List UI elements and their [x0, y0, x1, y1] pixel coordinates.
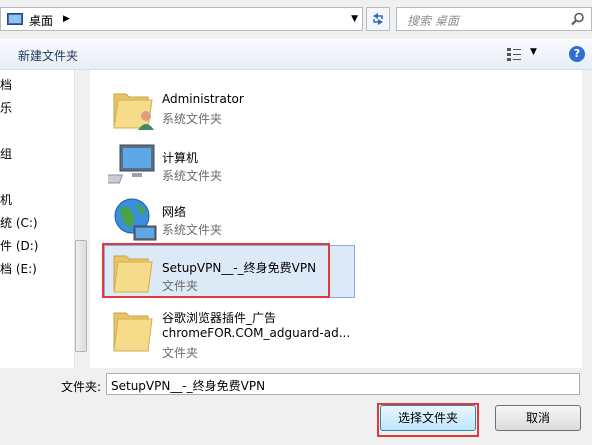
- item-type: 文件夹: [162, 346, 199, 360]
- list-item[interactable]: 网络 系统文件夹: [104, 196, 304, 246]
- list-item[interactable]: 谷歌浏览器插件_广告 chromeFOR.COM_adguard-ad... 文…: [104, 305, 354, 365]
- nav-item-drive-e[interactable]: 档 (E:): [0, 260, 37, 277]
- view-dropdown-icon[interactable]: ▼: [530, 47, 537, 57]
- nav-item[interactable]: 组: [0, 145, 12, 162]
- address-location[interactable]: 桌面: [29, 12, 53, 29]
- item-name: 谷歌浏览器插件_广告: [162, 311, 277, 325]
- item-type: 文件夹: [162, 279, 199, 293]
- nav-item[interactable]: 机: [0, 191, 12, 208]
- address-dropdown-icon[interactable]: ▼: [351, 14, 358, 24]
- folder-icon: [113, 255, 153, 293]
- folder-name-input[interactable]: SetupVPN__-_终身免费VPN: [106, 373, 580, 395]
- item-type: 系统文件夹: [162, 112, 223, 126]
- folder-label: 文件夹:: [61, 380, 102, 394]
- nav-item-drive-d[interactable]: 件 (D:): [0, 237, 38, 254]
- view-options-icon[interactable]: [507, 48, 521, 61]
- item-type: 系统文件夹: [162, 223, 223, 237]
- item-name: 网络: [162, 205, 187, 219]
- refresh-icon: [373, 13, 383, 25]
- list-item[interactable]: 计算机 系统文件夹: [104, 143, 304, 193]
- breadcrumb-arrow-icon[interactable]: ▶: [63, 14, 70, 24]
- cancel-button[interactable]: 取消: [495, 405, 581, 431]
- search-icon[interactable]: [571, 12, 585, 26]
- nav-item[interactable]: 档: [0, 76, 12, 93]
- item-name-line2: chromeFOR.COM_adguard-ad...: [162, 326, 351, 340]
- list-item-selected[interactable]: SetupVPN__-_终身免费VPN 文件夹: [104, 248, 354, 298]
- refresh-button[interactable]: [366, 7, 390, 31]
- nav-item[interactable]: 乐: [0, 99, 12, 116]
- item-name: 计算机: [162, 151, 199, 165]
- help-icon[interactable]: ?: [569, 46, 585, 62]
- nav-item-drive-c[interactable]: 统 (C:): [0, 214, 38, 231]
- search-placeholder[interactable]: 搜索 桌面: [407, 12, 459, 29]
- item-name: Administrator: [162, 92, 244, 106]
- network-globe-icon: [114, 198, 157, 241]
- toolbar: 新建文件夹 ▼ ?: [0, 39, 592, 70]
- list-item[interactable]: Administrator 系统文件夹: [104, 86, 304, 136]
- search-box[interactable]: 搜索 桌面: [396, 7, 592, 31]
- computer-icon: [108, 144, 155, 184]
- user-folder-icon: [113, 93, 154, 130]
- folder-name-value[interactable]: SetupVPN__-_终身免费VPN: [111, 377, 265, 394]
- item-type: 系统文件夹: [162, 169, 223, 183]
- file-list-scrollbar[interactable]: [582, 70, 592, 368]
- new-folder-button[interactable]: 新建文件夹: [18, 47, 78, 64]
- item-name: SetupVPN__-_终身免费VPN: [162, 261, 317, 275]
- folder-icon: [113, 312, 153, 352]
- desktop-icon: [7, 13, 23, 25]
- nav-scrollbar-thumb[interactable]: [75, 240, 87, 352]
- annotation-box: [377, 403, 479, 437]
- address-bar[interactable]: 桌面 ▶ ▼: [0, 7, 363, 31]
